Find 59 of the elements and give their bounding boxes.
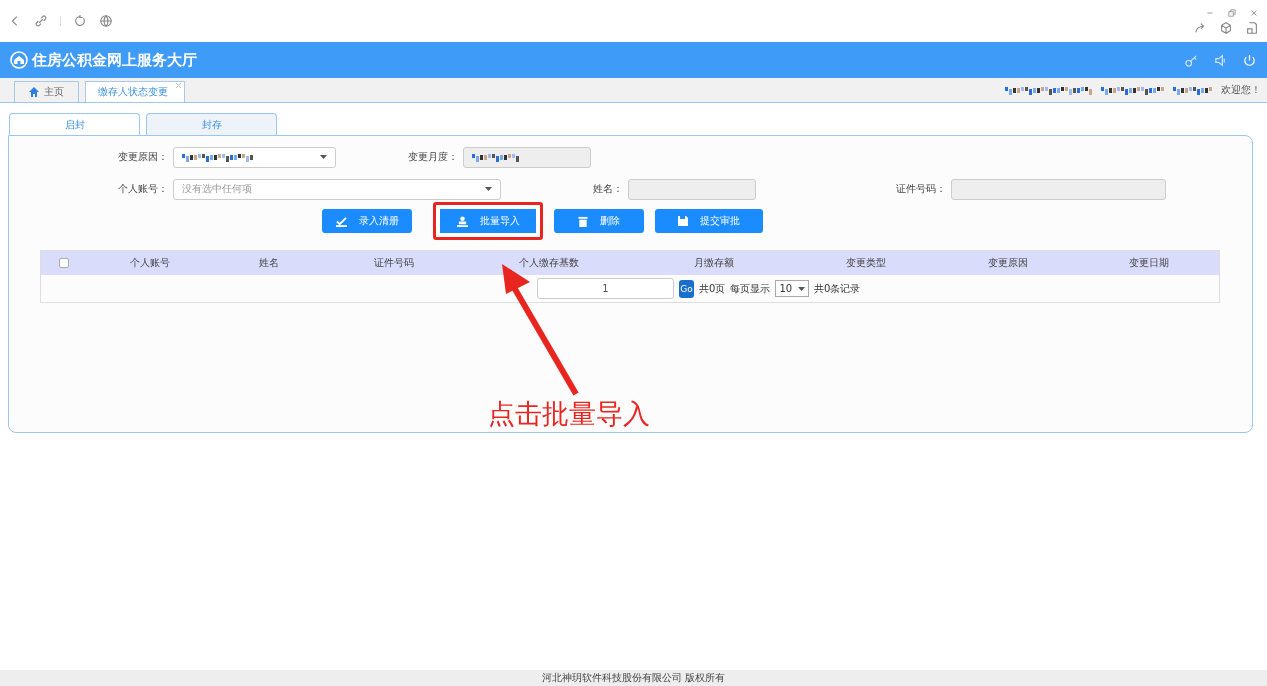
field-label: 证件号码： bbox=[895, 182, 947, 196]
page-size-label: 每页显示 bbox=[730, 281, 771, 296]
select-field[interactable] bbox=[173, 146, 336, 168]
column-header: 证件号码 bbox=[373, 256, 415, 270]
action-button[interactable]: 批量导入 bbox=[433, 202, 543, 240]
document-icon[interactable] bbox=[1245, 20, 1259, 35]
trash-icon bbox=[578, 215, 588, 227]
sub-tab[interactable]: 封存 bbox=[146, 113, 277, 135]
power-icon[interactable] bbox=[1242, 52, 1257, 68]
house-logo-icon bbox=[10, 51, 28, 69]
action-button[interactable]: 提交审批 bbox=[655, 209, 763, 233]
stamp-icon bbox=[456, 215, 468, 227]
globe-icon[interactable] bbox=[99, 14, 113, 28]
restore-icon[interactable] bbox=[1227, 7, 1237, 18]
share-icon[interactable] bbox=[1193, 20, 1207, 35]
site-title: 住房公积金网上服务大厅 bbox=[32, 50, 197, 70]
sub-tab[interactable]: 启封 bbox=[9, 113, 140, 135]
close-icon[interactable] bbox=[175, 82, 182, 89]
go-button[interactable]: Go bbox=[679, 279, 694, 298]
select-field[interactable]: 没有选中任何项 bbox=[173, 178, 501, 200]
nav-tab[interactable]: 缴存人状态变更 bbox=[85, 81, 185, 102]
field-label: 变更原因： bbox=[117, 150, 169, 164]
pixelated-mosaic bbox=[1101, 84, 1165, 96]
cube-icon[interactable] bbox=[1219, 20, 1233, 35]
action-button[interactable]: 录入清册 bbox=[322, 209, 412, 233]
close-icon[interactable] bbox=[1249, 7, 1259, 18]
welcome-text: 欢迎您！ bbox=[1221, 83, 1261, 97]
input-field[interactable] bbox=[951, 178, 1166, 200]
annotation-text: 点击批量导入 bbox=[488, 397, 650, 431]
save-icon bbox=[678, 216, 688, 226]
select-all-checkbox[interactable] bbox=[58, 258, 69, 268]
dropdown-caret-icon bbox=[798, 286, 806, 291]
input-field[interactable] bbox=[463, 146, 591, 168]
dropdown-caret-icon bbox=[320, 155, 327, 159]
column-header: 变更日期 bbox=[1128, 256, 1170, 270]
speaker-icon[interactable] bbox=[1213, 52, 1228, 68]
dropdown-caret-icon bbox=[485, 187, 492, 191]
field-label: 变更月度： bbox=[407, 150, 459, 164]
column-header: 变更原因 bbox=[987, 256, 1029, 270]
page-input[interactable]: 1 bbox=[537, 278, 674, 299]
footer-text: 河北神玥软件科技股份有限公司 版权所有 bbox=[0, 670, 1267, 686]
column-header: 个人账号 bbox=[128, 256, 171, 270]
column-header: 个人缴存基数 bbox=[517, 256, 580, 270]
column-header: 月缴存额 bbox=[693, 256, 735, 270]
column-header: 姓名 bbox=[258, 256, 280, 270]
input-field[interactable] bbox=[628, 178, 756, 200]
field-label: 个人账号： bbox=[117, 182, 169, 196]
pixelated-mosaic bbox=[1173, 84, 1213, 96]
page-count: 共0页 bbox=[699, 281, 726, 296]
refresh-icon[interactable] bbox=[73, 14, 87, 28]
nav-tab[interactable]: 主页 bbox=[14, 81, 79, 102]
field-label: 姓名： bbox=[592, 182, 624, 196]
home-icon bbox=[29, 87, 39, 97]
link-icon[interactable] bbox=[34, 14, 48, 28]
page-size-select[interactable]: 10 bbox=[775, 280, 810, 297]
column-header: 变更类型 bbox=[844, 256, 887, 270]
action-button[interactable]: 删除 bbox=[554, 209, 644, 233]
record-count: 共0条记录 bbox=[814, 281, 861, 296]
check-icon bbox=[335, 215, 347, 227]
